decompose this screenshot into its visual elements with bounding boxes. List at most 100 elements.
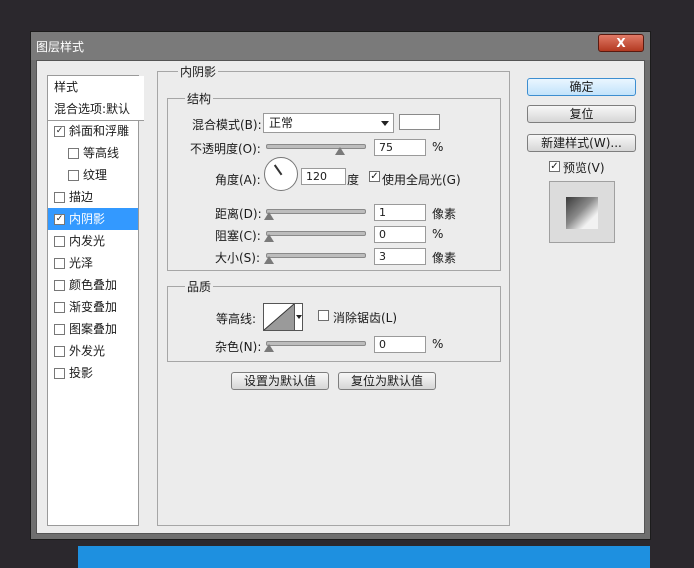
contour-label: 等高线:	[216, 312, 257, 326]
structure-group: 结构 混合模式(B): 正常 不透明度(O): 75 % 角度(A): 120 …	[167, 90, 501, 271]
style-item-checkbox[interactable]	[68, 148, 79, 159]
distance-slider[interactable]	[266, 209, 366, 214]
style-item-checkbox[interactable]: ✓	[54, 214, 65, 225]
background-blue-strip	[78, 546, 650, 568]
style-item-checkbox[interactable]	[54, 258, 65, 269]
style-item[interactable]: 外发光	[48, 340, 138, 362]
style-item-checkbox[interactable]	[54, 324, 65, 335]
style-item[interactable]: 投影	[48, 362, 138, 384]
size-input[interactable]: 3	[374, 248, 426, 265]
style-item-label: 光泽	[69, 256, 94, 270]
opacity-slider-thumb[interactable]	[334, 147, 345, 155]
style-preview-thumbnail	[549, 181, 615, 243]
style-item-checkbox[interactable]	[54, 236, 65, 247]
style-item[interactable]: 描边	[48, 186, 138, 208]
preview-checkbox[interactable]: ✓	[549, 161, 560, 172]
blending-options-header[interactable]: 混合选项:默认	[48, 98, 144, 121]
choke-input[interactable]: 0	[374, 226, 426, 243]
style-item-label: 图案叠加	[69, 322, 118, 336]
distance-unit: 像素	[432, 207, 457, 221]
size-label: 大小(S):	[215, 251, 261, 265]
noise-label: 杂色(N):	[215, 340, 262, 354]
style-item-label: 颜色叠加	[69, 278, 118, 292]
choke-slider[interactable]	[266, 231, 366, 236]
style-item[interactable]: 颜色叠加	[48, 274, 138, 296]
distance-slider-thumb[interactable]	[264, 212, 274, 220]
contour-dropdown[interactable]	[294, 303, 303, 331]
shadow-color-swatch[interactable]	[399, 114, 440, 130]
blend-mode-select[interactable]: 正常	[263, 113, 394, 133]
angle-label: 角度(A):	[215, 173, 261, 187]
style-item[interactable]: 纹理	[48, 164, 138, 186]
section-title: 内阴影	[178, 63, 219, 80]
style-item-checkbox[interactable]	[54, 280, 65, 291]
opacity-slider[interactable]	[266, 144, 366, 149]
structure-legend: 结构	[185, 90, 214, 107]
dialog-title: 图层样式	[36, 40, 85, 54]
reset-default-button[interactable]: 复位为默认值	[338, 372, 436, 390]
style-item-label: 描边	[69, 190, 94, 204]
style-item[interactable]: 光泽	[48, 252, 138, 274]
style-item-label: 内阴影	[69, 212, 106, 226]
choke-unit: %	[432, 227, 444, 241]
opacity-label: 不透明度(O):	[190, 142, 261, 156]
noise-slider-thumb[interactable]	[264, 344, 274, 352]
quality-legend: 品质	[185, 278, 214, 295]
contour-curve-icon	[264, 304, 294, 330]
noise-slider[interactable]	[266, 341, 366, 346]
opacity-unit: %	[432, 140, 444, 154]
angle-needle	[273, 164, 283, 176]
contour-picker[interactable]	[263, 303, 295, 331]
styles-header[interactable]: 样式	[48, 76, 144, 99]
reset-button[interactable]: 复位	[527, 105, 636, 123]
style-item[interactable]: 内发光	[48, 230, 138, 252]
style-item-label: 渐变叠加	[69, 300, 118, 314]
style-item-label: 外发光	[69, 344, 106, 358]
style-item-label: 等高线	[83, 146, 120, 160]
style-item-label: 投影	[69, 366, 94, 380]
style-item[interactable]: 等高线	[48, 142, 138, 164]
style-item-label: 纹理	[83, 168, 108, 182]
noise-input[interactable]: 0	[374, 336, 426, 353]
titlebar: 图层样式 X	[31, 32, 650, 60]
style-item[interactable]: ✓ 斜面和浮雕	[48, 120, 138, 142]
angle-dial[interactable]	[264, 157, 298, 191]
size-slider[interactable]	[266, 253, 366, 258]
layer-style-dialog: 图层样式 X 样式 混合选项:默认 ✓ 斜面和浮雕等高线纹理描边 ✓ 内阴影内发光光泽…	[30, 31, 651, 540]
global-light-label: 使用全局光(G)	[382, 173, 461, 187]
distance-label: 距离(D):	[215, 207, 262, 221]
style-item-checkbox[interactable]: ✓	[54, 126, 65, 137]
antialias-label: 消除锯齿(L)	[333, 311, 398, 325]
styles-list: 样式 混合选项:默认 ✓ 斜面和浮雕等高线纹理描边 ✓ 内阴影内发光光泽颜色叠加渐变叠…	[47, 75, 144, 526]
style-item-checkbox[interactable]	[68, 170, 79, 181]
size-slider-thumb[interactable]	[264, 256, 274, 264]
opacity-input[interactable]: 75	[374, 139, 426, 156]
style-item[interactable]: 图案叠加	[48, 318, 138, 340]
preview-swatch	[566, 197, 598, 229]
distance-input[interactable]: 1	[374, 204, 426, 221]
set-default-button[interactable]: 设置为默认值	[231, 372, 329, 390]
noise-unit: %	[432, 337, 444, 351]
style-item[interactable]: 渐变叠加	[48, 296, 138, 318]
new-style-button[interactable]: 新建样式(W)...	[527, 134, 636, 152]
blend-mode-value: 正常	[269, 116, 294, 130]
checkmark-icon: ✓	[550, 161, 559, 172]
style-item-checkbox[interactable]	[54, 368, 65, 379]
quality-group: 品质 等高线: 消除锯齿(L) 杂色(N): 0 %	[167, 278, 501, 362]
ok-button[interactable]: 确定	[527, 78, 636, 96]
choke-slider-thumb[interactable]	[264, 234, 274, 242]
global-light-checkbox[interactable]: ✓	[369, 171, 380, 182]
angle-unit: 度	[347, 173, 360, 187]
angle-input[interactable]: 120	[301, 168, 346, 185]
choke-label: 阻塞(C):	[215, 229, 261, 243]
style-item-checkbox[interactable]	[54, 346, 65, 357]
close-button[interactable]: X	[598, 34, 644, 52]
size-unit: 像素	[432, 251, 457, 265]
style-item-checkbox[interactable]	[54, 302, 65, 313]
style-item[interactable]: ✓ 内阴影	[48, 208, 138, 230]
inner-shadow-panel: 内阴影 结构 混合模式(B): 正常 不透明度(O): 75 % 角度(A):	[157, 63, 510, 526]
style-item-checkbox[interactable]	[54, 192, 65, 203]
style-item-label: 内发光	[69, 234, 106, 248]
antialias-checkbox[interactable]	[318, 310, 329, 321]
checkmark-icon: ✓	[370, 171, 379, 182]
